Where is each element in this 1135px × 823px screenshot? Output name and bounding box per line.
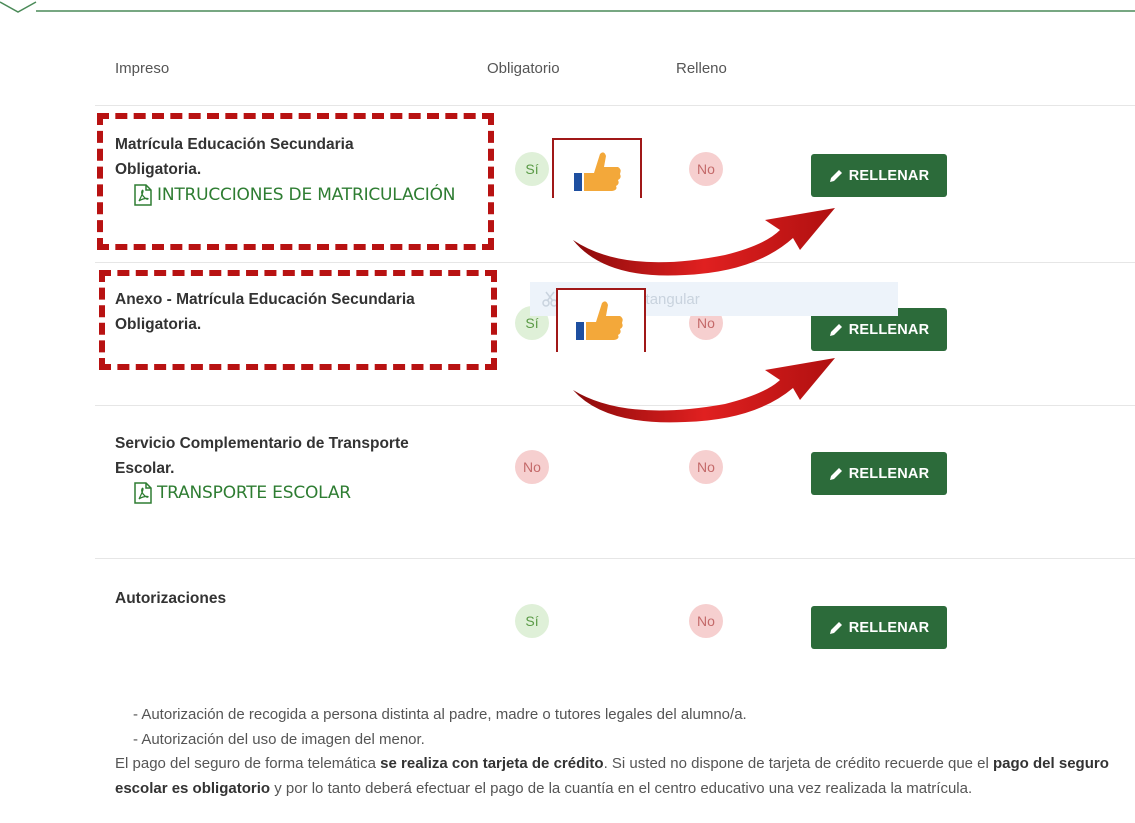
- pdf-icon: [134, 482, 152, 504]
- pencil-icon: [829, 621, 842, 634]
- note-pago: El pago del seguro de forma telemática s…: [115, 752, 1125, 801]
- note-imagen: - Autorización del uso de imagen del men…: [133, 730, 425, 748]
- rellenar-label: RELLENAR: [848, 619, 930, 636]
- highlight-box-dashed: [99, 270, 497, 370]
- form-title: Autorizaciones: [115, 590, 227, 607]
- rellenar-button[interactable]: RELLENAR: [811, 452, 947, 495]
- highlight-box-dashdot: [97, 113, 494, 250]
- relleno-badge: No: [689, 152, 723, 186]
- note-recogida: - Autorización de recogida a persona dis…: [133, 706, 747, 723]
- relleno-badge: No: [689, 450, 723, 484]
- row-separator: [95, 558, 1135, 559]
- pencil-icon: [829, 169, 842, 182]
- thumbs-up-icon: [576, 301, 623, 340]
- rellenar-label: RELLENAR: [848, 465, 930, 482]
- rellenar-button[interactable]: RELLENAR: [811, 606, 947, 649]
- thumbs-up-icon: [574, 152, 621, 191]
- rellenar-label: RELLENAR: [848, 321, 930, 338]
- transport-link[interactable]: TRANSPORTE ESCOLAR: [133, 482, 351, 504]
- note-pago-bold: se realiza con tarjeta de crédito: [380, 755, 604, 772]
- obligatorio-badge: Sí: [515, 604, 549, 638]
- pencil-icon: [829, 323, 842, 336]
- note-pago-text: . Si usted no dispone de tarjeta de créd…: [603, 755, 994, 772]
- note-pago-text: El pago del seguro de forma telemática: [115, 755, 381, 772]
- red-arrow-icon: [573, 358, 835, 423]
- obligatorio-badge: Sí: [515, 152, 549, 186]
- footer-notes: - Autorización de recogida a persona dis…: [115, 703, 1125, 801]
- header-separator: [95, 105, 1135, 106]
- transport-link-label[interactable]: TRANSPORTE ESCOLAR: [157, 483, 351, 503]
- form-title: Servicio Complementario de Transporte Es…: [115, 435, 409, 477]
- column-header-obligatorio: Obligatorio: [487, 60, 560, 77]
- column-header-relleno: Relleno: [676, 60, 727, 77]
- accordion-header-line: [0, 1, 1135, 13]
- thumb-frame: [556, 288, 646, 352]
- rellenar-button[interactable]: RELLENAR: [811, 154, 947, 197]
- pencil-icon: [829, 467, 842, 480]
- column-header-impreso: Impreso: [115, 60, 170, 77]
- thumb-frame: [552, 138, 642, 198]
- obligatorio-badge: No: [515, 450, 549, 484]
- red-arrow-icon: [573, 208, 835, 276]
- note-pago-text: y por lo tanto deberá efectuar el pago d…: [270, 779, 973, 797]
- relleno-badge: No: [689, 604, 723, 638]
- rellenar-label: RELLENAR: [848, 167, 930, 184]
